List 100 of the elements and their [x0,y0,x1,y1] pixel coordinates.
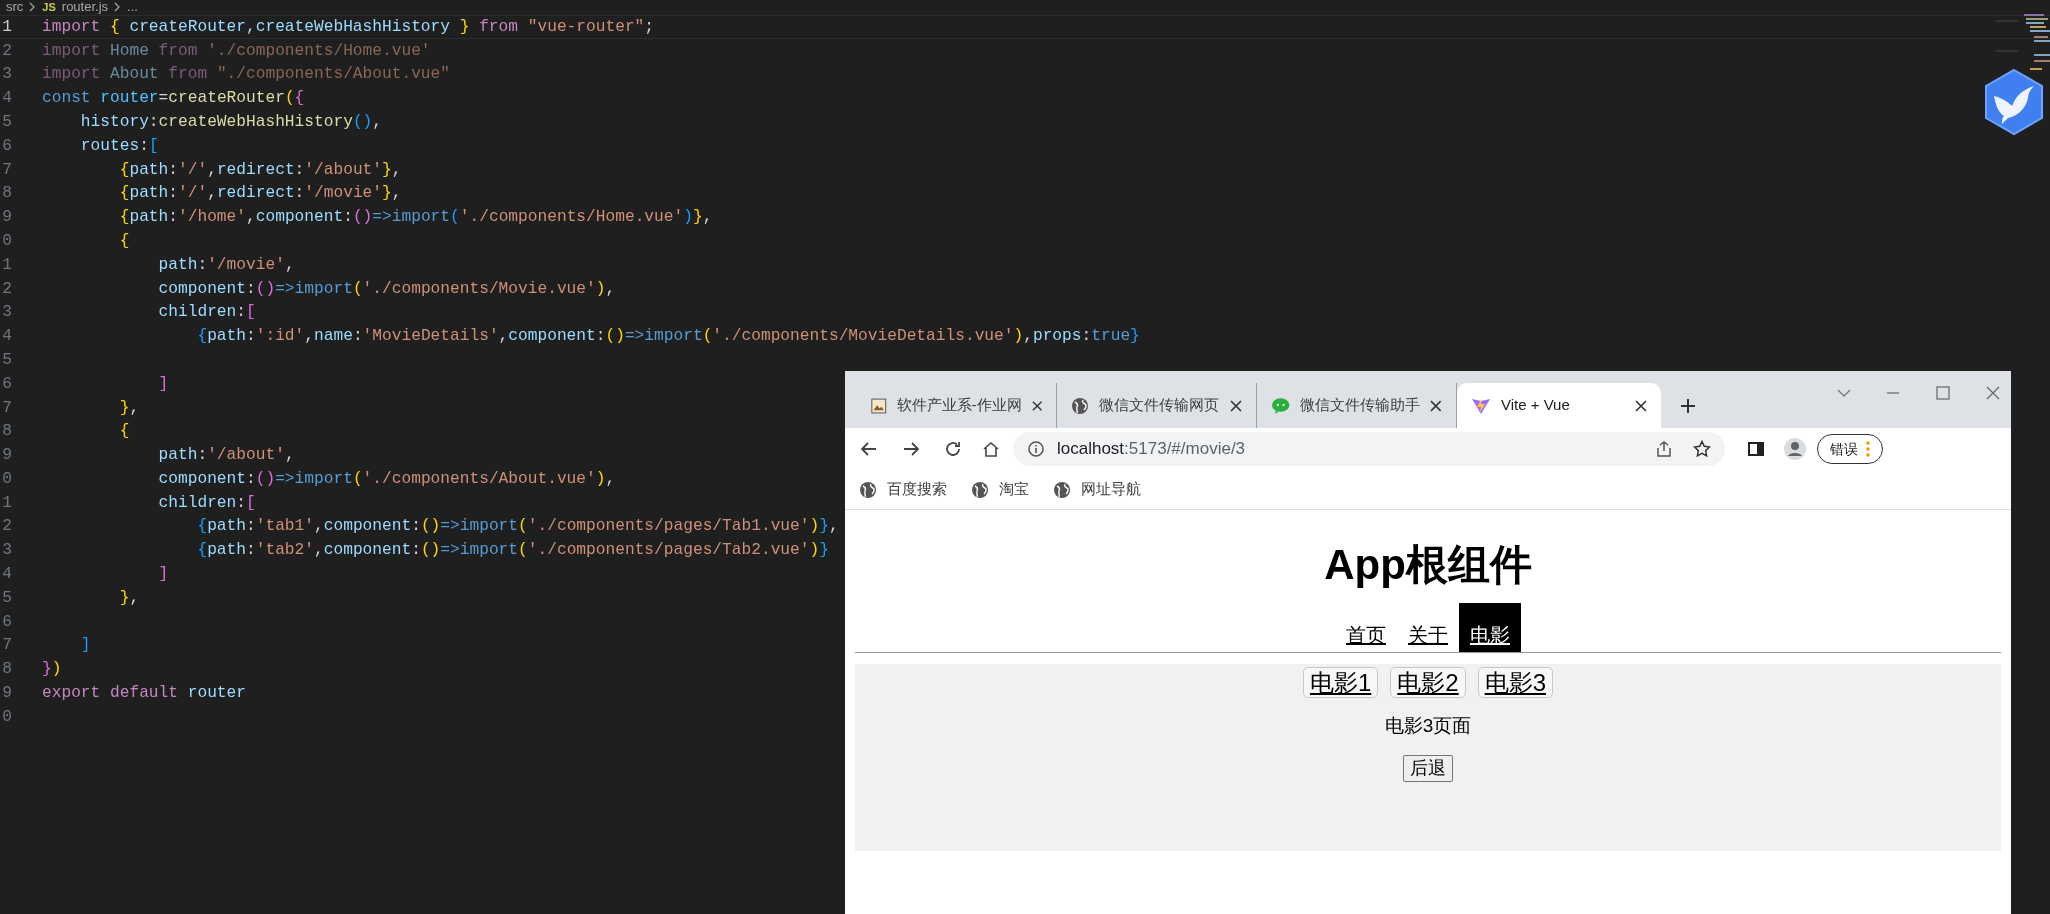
breadcrumb-item[interactable]: ... [127,0,138,14]
close-icon[interactable] [1230,399,1242,412]
code-line: path:'/about', [157,445,295,467]
nav-link[interactable]: 关于 [1397,603,1459,652]
breadcrumb-item[interactable]: src [6,0,24,14]
new-tab-icon[interactable] [1679,397,1697,415]
page-thumbnail-icon [871,396,887,415]
home-icon[interactable] [981,439,1001,459]
line-number: 2 [1,516,12,538]
line-number: 1 [1,492,12,514]
breadcrumb-item[interactable]: router.js [61,0,109,14]
info-icon [1027,440,1045,458]
line-number: 7 [1,635,12,657]
star-icon[interactable] [1693,440,1711,458]
code-line: {path:'/',redirect:'/about'}, [118,159,402,181]
code-line: }, [118,397,140,419]
code-line: {path:':id',name:'MovieDetails',component:()=>import('./components/MovieDetails.vue'),props:true} [196,326,1140,348]
nav-link[interactable]: 电影 [1459,603,1521,652]
chevron-down-icon[interactable] [1837,388,1851,398]
code-line: history:createWebHashHistory(), [79,111,383,133]
line-number: 0 [1,468,12,490]
code-line: {path:'/',redirect:'/movie'}, [118,183,402,205]
line-number: 1 [1,16,12,38]
code-line: component:()=>import('./components/About.vue'), [157,468,616,490]
chevron-icon [29,2,37,12]
line-number: 6 [1,611,12,633]
chevron-icon [114,2,122,12]
code-line: ] [157,564,169,586]
globe-icon [971,480,989,499]
close-icon[interactable] [1635,399,1647,412]
nav-link[interactable]: 首页 [1335,603,1397,652]
code-line: ] [157,373,169,395]
line-number: 3 [1,64,12,86]
bookmark[interactable]: 百度搜索 [859,478,947,501]
code-line: {path:'tab2',component:()=>import('./components/pages/Tab2.vue')} [196,540,829,562]
line-number: 9 [1,445,12,467]
page-heading: App根组件 [1324,540,1532,590]
line-number: 3 [1,302,12,324]
url-text: localhost:5173/#/movie/3 [1057,438,1246,461]
code-line: const router=createRouter({ [42,88,305,110]
line-number: 7 [1,159,12,181]
line-number: 9 [1,683,12,705]
reload-icon[interactable] [943,439,963,459]
line-number: 6 [1,373,12,395]
line-number: 9 [1,207,12,229]
line-number: 5 [1,349,12,371]
line-number: 5 [1,587,12,609]
code-line: { [118,421,130,443]
code-line: children:[ [157,302,256,324]
close-icon[interactable] [1031,399,1042,412]
code-line: export default router [42,683,246,705]
code-line: import About from "./components/About.vue" [42,64,450,86]
globe-icon [1071,396,1089,415]
close-icon[interactable] [1430,399,1442,412]
side-panel-icon[interactable] [1747,440,1765,458]
code-line: component:()=>import('./components/Movie.vue'), [157,278,616,300]
line-number: 8 [1,421,12,443]
code-line: {path:'/home',component:()=>import('./components/Home.vue')}, [118,207,713,229]
code-line: import Home from './components/Home.vue' [42,40,431,62]
line-number: 0 [1,706,12,728]
line-number: 7 [1,397,12,419]
code-line: }) [42,659,62,681]
line-number: 5 [1,111,12,133]
line-number: 6 [1,135,12,157]
line-number: 8 [1,659,12,681]
profile-button[interactable]: 错误 [1817,434,1883,464]
line-number: 4 [1,88,12,110]
code-line: routes:[ [79,135,159,157]
line-number: 0 [1,230,12,252]
line-number: 4 [1,326,12,348]
line-number: 2 [1,40,12,62]
browser-tab[interactable]: 微信文件传输网页 [1057,383,1257,428]
bookmark[interactable]: 淘宝 [971,478,1029,501]
share-icon[interactable] [1655,440,1673,458]
movie-link[interactable]: 电影3 [1477,667,1554,698]
js-file-icon: JS [42,0,56,14]
page-text: 电影3页面 [1384,714,1472,738]
bird-app-icon[interactable] [1982,68,2046,136]
globe-icon [859,480,877,499]
movie-link[interactable]: 电影2 [1390,667,1466,698]
line-number: 8 [1,183,12,205]
code-line: path:'/movie', [157,254,295,276]
code-line: children:[ [157,492,256,514]
chat-bubble-icon [1271,396,1291,415]
avatar-icon[interactable] [1783,437,1807,461]
line-number: 1 [1,254,12,276]
code-line: {path:'tab1',component:()=>import('./components/pages/Tab1.vue')}, [196,516,839,538]
line-number: 4 [1,564,12,586]
kebab-menu-icon [1866,441,1870,457]
code-line: ] [79,635,91,657]
line-number: 3 [1,540,12,562]
browser-tab[interactable]: Vite + Vue [1457,383,1661,428]
globe-icon [1053,480,1071,499]
code-line: }, [118,587,140,609]
back-button[interactable]: 后退 [1403,754,1453,782]
movie-link[interactable]: 电影1 [1302,667,1379,698]
line-number: 2 [1,278,12,300]
browser-tab[interactable]: 软件产业系-作业网 [857,383,1057,428]
address-bar[interactable]: localhost:5173/#/movie/3 [1013,432,1725,466]
bookmark[interactable]: 网址导航 [1053,478,1141,501]
